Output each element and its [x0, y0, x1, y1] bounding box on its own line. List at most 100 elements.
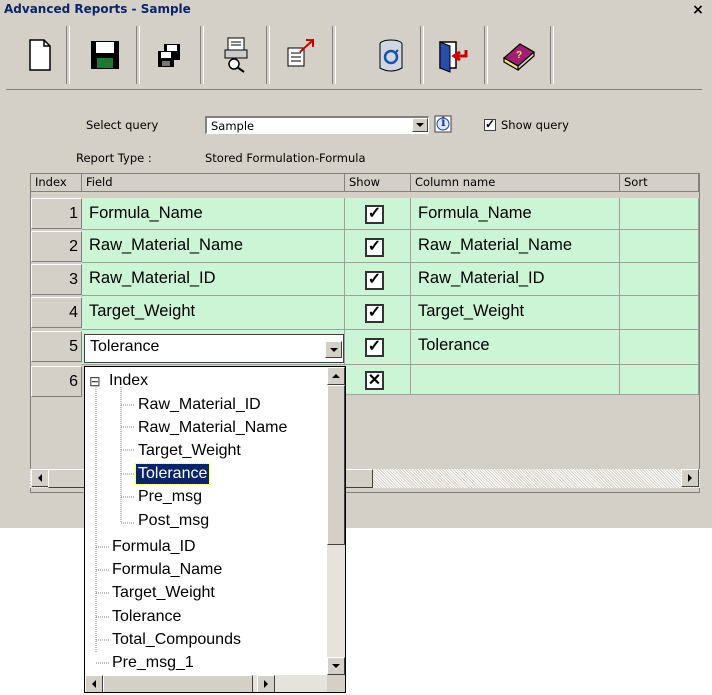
new-button[interactable]: [20, 36, 58, 74]
query-select-value: Sample: [211, 119, 255, 133]
column-name-cell[interactable]: [411, 365, 620, 395]
arrow-right-icon: [688, 474, 692, 482]
row-index-cell[interactable]: 1: [31, 198, 82, 229]
select-query-label: Select query: [86, 118, 159, 132]
arrow-left-icon: [38, 474, 42, 482]
row-index-cell[interactable]: 2: [31, 231, 82, 262]
show-query-label: Show query: [501, 118, 569, 132]
sort-cell[interactable]: [620, 296, 699, 330]
show-cell[interactable]: ✓: [345, 230, 411, 263]
sort-cell[interactable]: [620, 230, 699, 263]
save-as-button[interactable]: [150, 36, 188, 74]
database-button[interactable]: [372, 36, 410, 74]
field-dropdown-list[interactable]: ⊟ Index Raw_Material_ID Raw_Material_Nam…: [84, 366, 346, 693]
query-select[interactable]: Sample: [205, 116, 429, 134]
column-name-cell[interactable]: Formula_Name: [411, 198, 620, 230]
sort-cell[interactable]: [620, 365, 699, 395]
sort-cell[interactable]: [620, 198, 699, 230]
scroll-down-button[interactable]: [327, 657, 345, 675]
arrow-left-icon: [92, 680, 96, 688]
tree-item[interactable]: Post_msg: [138, 511, 209, 531]
scroll-thumb[interactable]: [103, 675, 253, 692]
query-info-button[interactable]: i: [433, 115, 455, 133]
show-checkbox[interactable]: ✓: [365, 238, 384, 257]
sort-cell[interactable]: [620, 330, 699, 365]
field-cell[interactable]: Target_Weight: [82, 296, 345, 330]
show-checkbox[interactable]: ✓: [365, 271, 384, 290]
tree-item[interactable]: Raw_Material_Name: [138, 418, 287, 438]
column-header-field[interactable]: Field: [82, 174, 345, 192]
scroll-right-button[interactable]: [681, 469, 699, 487]
field-cell[interactable]: Raw_Material_Name: [82, 230, 345, 263]
show-checkbox[interactable]: ✓: [365, 205, 384, 224]
field-combo-editor[interactable]: Tolerance: [84, 334, 344, 363]
close-button[interactable]: ×: [688, 2, 708, 18]
toolbar-separator: [484, 26, 488, 84]
show-checkbox[interactable]: ✓: [365, 304, 384, 323]
tree-item[interactable]: Tolerance: [112, 607, 181, 627]
show-cell[interactable]: ✓: [345, 263, 411, 296]
field-cell[interactable]: Formula_Name: [82, 198, 345, 230]
column-name-cell[interactable]: Tolerance: [411, 330, 620, 365]
column-header-column-name[interactable]: Column name: [411, 174, 620, 192]
export-icon: [287, 39, 314, 67]
show-query-checkbox[interactable]: ✓: [484, 117, 496, 131]
sort-cell[interactable]: [620, 263, 699, 296]
scroll-left-button[interactable]: [31, 469, 49, 487]
tree-item-selected[interactable]: Tolerance: [134, 463, 211, 485]
row-index-cell[interactable]: 4: [31, 297, 82, 328]
print-preview-button[interactable]: [218, 36, 256, 74]
show-cell[interactable]: ✕: [345, 365, 411, 395]
field-dropdown-button[interactable]: [325, 341, 342, 358]
toolbar-separator: [66, 26, 70, 84]
column-header-sort[interactable]: Sort: [620, 174, 699, 192]
help-book-icon: ?: [502, 43, 536, 72]
field-combo-value: Tolerance: [90, 338, 160, 355]
dropdown-horizontal-scrollbar[interactable]: [85, 675, 327, 692]
column-header-show[interactable]: Show: [345, 174, 411, 192]
collapse-icon[interactable]: ⊟: [89, 371, 101, 391]
column-header-index[interactable]: Index: [31, 174, 82, 192]
print-preview-icon: [224, 37, 248, 73]
tree-item[interactable]: Pre_msg_1: [112, 653, 194, 673]
row-index-cell[interactable]: 6: [31, 366, 82, 397]
row-index-cell[interactable]: 3: [31, 264, 82, 295]
tree-item[interactable]: Formula_Name: [112, 560, 222, 580]
scroll-thumb[interactable]: [327, 385, 345, 545]
show-cell[interactable]: ✓: [345, 198, 411, 230]
export-button[interactable]: [282, 36, 320, 74]
dropdown-vertical-scrollbar[interactable]: [327, 367, 345, 675]
show-checkbox[interactable]: ✕: [365, 371, 384, 390]
arrow-right-icon: [264, 680, 268, 688]
exit-button[interactable]: [434, 36, 472, 74]
show-checkbox[interactable]: ✓: [365, 338, 384, 357]
window-title: Advanced Reports - Sample: [4, 2, 191, 16]
save-button[interactable]: [86, 36, 124, 74]
column-name-cell[interactable]: Raw_Material_Name: [411, 230, 620, 263]
column-name-cell[interactable]: Target_Weight: [411, 296, 620, 330]
scroll-right-button[interactable]: [257, 675, 275, 692]
tree-item[interactable]: Target_Weight: [138, 441, 241, 461]
scroll-left-button[interactable]: [85, 675, 103, 692]
show-cell[interactable]: ✓: [345, 330, 411, 365]
tree-item[interactable]: Formula_ID: [112, 537, 196, 557]
chevron-down-icon: [416, 123, 424, 127]
scrollbar-corner: [327, 675, 345, 692]
scroll-up-button[interactable]: [327, 367, 345, 385]
show-cell[interactable]: ✓: [345, 296, 411, 330]
toolbar-separator: [200, 26, 204, 84]
tree-item[interactable]: Raw_Material_ID: [138, 395, 261, 415]
chevron-down-icon: [330, 348, 338, 352]
title-bar: Advanced Reports - Sample ×: [0, 0, 712, 20]
column-name-cell[interactable]: Raw_Material_ID: [411, 263, 620, 296]
exit-icon: [439, 41, 468, 73]
svg-text:?: ?: [516, 50, 522, 61]
tree-item[interactable]: Target_Weight: [112, 583, 215, 603]
tree-item[interactable]: Pre_msg: [138, 487, 202, 507]
row-index-cell[interactable]: 5: [31, 331, 82, 362]
query-dropdown-button[interactable]: [412, 118, 428, 132]
field-cell[interactable]: Raw_Material_ID: [82, 263, 345, 296]
tree-item[interactable]: Total_Compounds: [112, 630, 241, 650]
help-button[interactable]: ?: [500, 36, 538, 74]
tree-group-index[interactable]: Index: [109, 371, 148, 391]
